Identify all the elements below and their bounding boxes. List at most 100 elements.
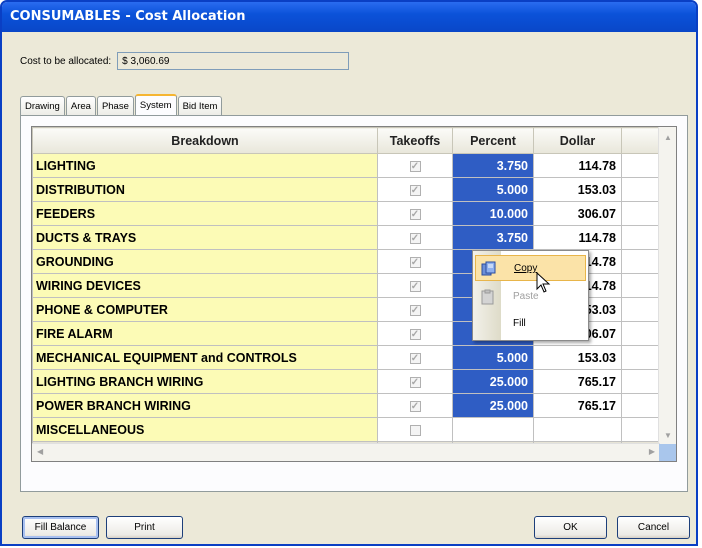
breakdown-cell[interactable]: LIGHTING BRANCH WIRING bbox=[32, 369, 378, 394]
percent-cell[interactable]: 5.000 bbox=[452, 177, 534, 202]
scroll-right-icon[interactable]: ▶ bbox=[649, 447, 655, 456]
checkbox-icon[interactable]: ✓ bbox=[409, 232, 421, 244]
breakdown-cell[interactable]: LIGHTING bbox=[32, 153, 378, 178]
breakdown-cell[interactable]: FIRE ALARM bbox=[32, 321, 378, 346]
takeoffs-cell[interactable]: ✓ bbox=[377, 153, 453, 178]
extra-cell bbox=[621, 417, 662, 442]
column-header-breakdown[interactable]: Breakdown bbox=[32, 127, 378, 154]
takeoffs-cell[interactable]: ✓ bbox=[377, 297, 453, 322]
extra-cell bbox=[621, 201, 662, 226]
table-row[interactable]: DUCTS & TRAYS ✓ 3.750 114.78 bbox=[32, 225, 662, 250]
tab-phase[interactable]: Phase bbox=[96, 96, 134, 116]
breakdown-cell[interactable]: DISTRIBUTION bbox=[32, 177, 378, 202]
extra-cell bbox=[621, 177, 662, 202]
breakdown-cell[interactable]: DUCTS & TRAYS bbox=[32, 225, 378, 250]
cost-to-allocate-row: Cost to be allocated: $ 3,060.69 bbox=[20, 52, 350, 70]
checkbox-icon[interactable]: ✓ bbox=[409, 376, 421, 388]
extra-cell bbox=[621, 225, 662, 250]
horizontal-scrollbar[interactable]: ◀ ▶ bbox=[32, 443, 660, 461]
takeoffs-cell[interactable]: ✓ bbox=[377, 201, 453, 226]
takeoffs-cell[interactable]: ✓ bbox=[377, 273, 453, 298]
breakdown-cell[interactable]: GROUNDING bbox=[32, 249, 378, 274]
percent-cell[interactable]: 5.000 bbox=[452, 345, 534, 370]
tab-bid-item[interactable]: Bid Item bbox=[177, 96, 223, 116]
column-header-percent[interactable]: Percent bbox=[452, 127, 534, 154]
scroll-left-icon[interactable]: ◀ bbox=[37, 447, 43, 456]
breakdown-cell[interactable]: MISCELLANEOUS bbox=[32, 417, 378, 442]
context-menu: Copy Paste Fill bbox=[472, 250, 589, 341]
checkbox-icon[interactable]: ✓ bbox=[409, 352, 421, 364]
extra-cell bbox=[621, 153, 662, 178]
table-row[interactable]: FEEDERS ✓ 10.000 306.07 bbox=[32, 201, 662, 226]
fill-balance-button[interactable]: Fill Balance bbox=[22, 516, 99, 539]
percent-cell[interactable] bbox=[452, 417, 534, 442]
menu-item-copy-label: Copy bbox=[514, 263, 538, 274]
dollar-cell[interactable] bbox=[533, 417, 622, 442]
breakdown-cell[interactable]: WIRING DEVICES bbox=[32, 273, 378, 298]
column-header-dollar[interactable]: Dollar bbox=[533, 127, 622, 154]
column-header-empty bbox=[621, 127, 662, 154]
breakdown-cell[interactable]: PHONE & COMPUTER bbox=[32, 297, 378, 322]
menu-item-copy[interactable]: Copy bbox=[475, 255, 586, 281]
table-row[interactable]: POWER BRANCH WIRING ✓ 25.000 765.17 bbox=[32, 393, 662, 418]
checkbox-icon[interactable]: ✓ bbox=[409, 280, 421, 292]
table-row[interactable]: LIGHTING ✓ 3.750 114.78 bbox=[32, 153, 662, 178]
checkbox-icon[interactable]: ✓ bbox=[409, 400, 421, 412]
breakdown-cell[interactable]: FEEDERS bbox=[32, 201, 378, 226]
tab-area[interactable]: Area bbox=[65, 96, 96, 116]
extra-cell bbox=[621, 249, 662, 274]
dollar-cell[interactable]: 765.17 bbox=[533, 393, 622, 418]
takeoffs-cell[interactable]: ✓ bbox=[377, 249, 453, 274]
tab-drawing[interactable]: Drawing bbox=[20, 96, 65, 116]
takeoffs-cell[interactable] bbox=[377, 417, 453, 442]
cost-allocation-dialog: CONSUMABLES - Cost Allocation Cost to be… bbox=[0, 0, 698, 546]
percent-cell[interactable]: 3.750 bbox=[452, 225, 534, 250]
checkbox-icon[interactable]: ✓ bbox=[409, 256, 421, 268]
extra-cell bbox=[621, 345, 662, 370]
takeoffs-cell[interactable]: ✓ bbox=[377, 321, 453, 346]
takeoffs-cell[interactable]: ✓ bbox=[377, 345, 453, 370]
breakdown-cell[interactable]: POWER BRANCH WIRING bbox=[32, 393, 378, 418]
cost-to-allocate-label: Cost to be allocated: bbox=[20, 55, 112, 67]
percent-cell[interactable]: 3.750 bbox=[452, 153, 534, 178]
checkbox-icon[interactable]: ✓ bbox=[409, 184, 421, 196]
breakdown-cell[interactable]: MECHANICAL EQUIPMENT and CONTROLS bbox=[32, 345, 378, 370]
table-row[interactable]: MECHANICAL EQUIPMENT and CONTROLS ✓ 5.000 1… bbox=[32, 345, 662, 370]
checkbox-icon[interactable]: ✓ bbox=[409, 208, 421, 220]
table-row[interactable]: MISCELLANEOUS bbox=[32, 417, 662, 442]
menu-item-paste[interactable]: Paste bbox=[475, 284, 586, 310]
ok-button[interactable]: OK bbox=[534, 516, 607, 539]
tab-system[interactable]: System bbox=[134, 94, 177, 117]
checkbox-icon[interactable]: ✓ bbox=[409, 328, 421, 340]
takeoffs-cell[interactable]: ✓ bbox=[377, 393, 453, 418]
print-button[interactable]: Print bbox=[106, 516, 183, 539]
column-header-takeoffs[interactable]: Takeoffs bbox=[377, 127, 453, 154]
extra-cell bbox=[621, 393, 662, 418]
menu-item-fill[interactable]: Fill bbox=[475, 311, 586, 337]
cancel-button[interactable]: Cancel bbox=[617, 516, 690, 539]
checkbox-icon[interactable]: ✓ bbox=[409, 160, 421, 172]
dollar-cell[interactable]: 153.03 bbox=[533, 177, 622, 202]
takeoffs-cell[interactable]: ✓ bbox=[377, 369, 453, 394]
percent-cell[interactable]: 10.000 bbox=[452, 201, 534, 226]
dollar-cell[interactable]: 114.78 bbox=[533, 153, 622, 178]
scroll-down-icon[interactable]: ▼ bbox=[664, 431, 672, 440]
mouse-pointer-icon bbox=[536, 271, 552, 299]
table-row[interactable]: LIGHTING BRANCH WIRING ✓ 25.000 765.17 bbox=[32, 369, 662, 394]
extra-cell bbox=[621, 369, 662, 394]
table-row[interactable]: DISTRIBUTION ✓ 5.000 153.03 bbox=[32, 177, 662, 202]
scroll-up-icon[interactable]: ▲ bbox=[664, 133, 672, 142]
scroll-corner bbox=[659, 444, 676, 461]
menu-item-fill-label: Fill bbox=[513, 318, 526, 329]
percent-cell[interactable]: 25.000 bbox=[452, 369, 534, 394]
checkbox-icon[interactable]: ✓ bbox=[409, 304, 421, 316]
takeoffs-cell[interactable]: ✓ bbox=[377, 225, 453, 250]
takeoffs-cell[interactable]: ✓ bbox=[377, 177, 453, 202]
percent-cell[interactable]: 25.000 bbox=[452, 393, 534, 418]
dollar-cell[interactable]: 153.03 bbox=[533, 345, 622, 370]
dollar-cell[interactable]: 114.78 bbox=[533, 225, 622, 250]
vertical-scrollbar[interactable]: ▲ ▼ bbox=[658, 127, 676, 444]
dollar-cell[interactable]: 765.17 bbox=[533, 369, 622, 394]
checkbox-icon[interactable] bbox=[409, 424, 421, 436]
dollar-cell[interactable]: 306.07 bbox=[533, 201, 622, 226]
